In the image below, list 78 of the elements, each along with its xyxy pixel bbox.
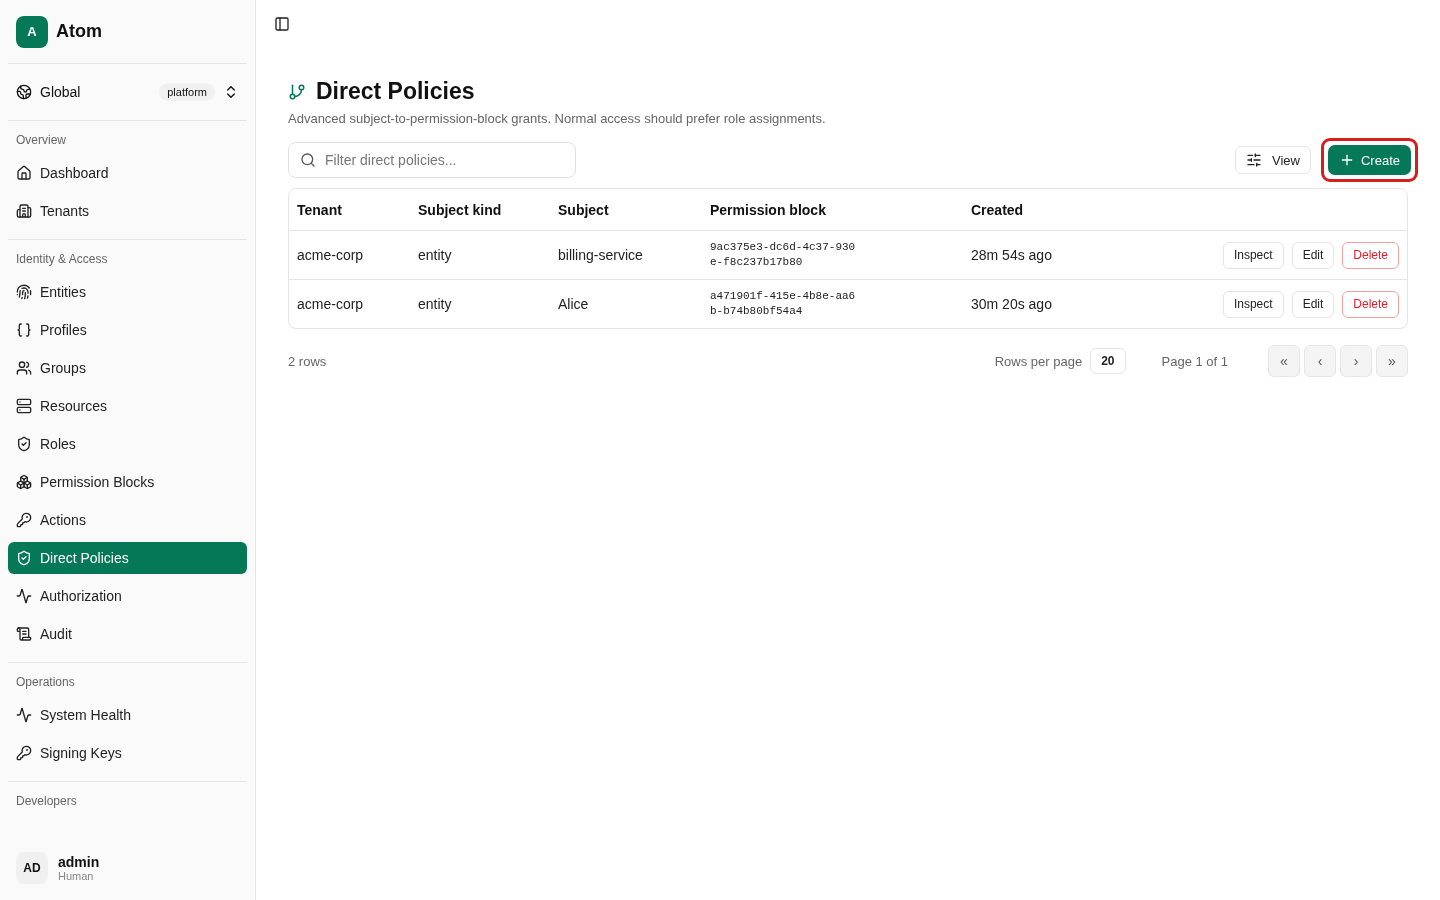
view-button[interactable]: View (1235, 146, 1311, 174)
last-page-button[interactable]: » (1376, 345, 1408, 377)
scope-badge: platform (159, 83, 215, 101)
table-cell-text: acme-corp (297, 296, 365, 312)
edit-button[interactable]: Edit (1291, 290, 1335, 318)
sidebar-item[interactable]: Dashboard (8, 157, 247, 189)
sidebar-item[interactable]: Direct Policies (8, 542, 247, 574)
delete-button[interactable]: Delete (1342, 241, 1399, 269)
scope-label: Global (40, 84, 82, 100)
column-header: Tenant (297, 201, 343, 218)
sidebar-item[interactable]: System Health (8, 699, 247, 731)
table-cell-text: Alice (558, 296, 590, 312)
server-icon (16, 398, 32, 414)
first-page-button[interactable]: « (1268, 345, 1300, 377)
sliders-icon (1246, 152, 1262, 168)
rows-per-page-label: Rows per page (994, 353, 1083, 369)
search-icon (300, 152, 316, 168)
sidebar-item[interactable]: Resources (8, 390, 247, 422)
sidebar-item[interactable]: Profiles (8, 314, 247, 346)
pulse-icon (16, 588, 32, 604)
shield-check-icon (16, 550, 32, 566)
column-header: Subject (558, 201, 610, 218)
table-cell-text: 30m 20s ago (971, 296, 1053, 312)
building-icon (16, 203, 32, 219)
app-name: Atom (56, 21, 102, 42)
next-page-button[interactable]: › (1340, 345, 1372, 377)
user-role: Human (58, 870, 95, 882)
column-header: Permission block (710, 201, 827, 218)
user-name: admin (58, 854, 100, 870)
user-avatar: AD (16, 852, 48, 884)
sidebar-item[interactable]: Roles (8, 428, 247, 460)
table-cell-text: 28m 54s ago (971, 247, 1053, 263)
sidebar-toggle-icon[interactable] (274, 16, 290, 32)
sidebar-item[interactable]: Permission Blocks (8, 466, 247, 498)
scroll-icon (16, 626, 32, 642)
create-button[interactable]: Create (1327, 145, 1411, 175)
users-icon (16, 360, 32, 376)
section-title: Overview (15, 133, 67, 149)
section-title: Identity & Access (15, 252, 109, 268)
sidebar-item[interactable]: Entities (8, 276, 247, 308)
section-title: Operations (15, 675, 76, 691)
sidebar-item[interactable]: Authorization (8, 580, 247, 612)
column-header: Subject kind (418, 201, 503, 218)
app-logo: A (16, 15, 48, 48)
sidebar-item[interactable]: Groups (8, 352, 247, 384)
sidebar-item[interactable]: Audit (8, 618, 247, 650)
sidebar-item[interactable]: Actions (8, 504, 247, 536)
edit-button[interactable]: Edit (1291, 241, 1335, 269)
delete-button[interactable]: Delete (1342, 290, 1399, 318)
table-cell-text: entity (418, 247, 453, 263)
table-cell-text: billing-service (558, 247, 644, 263)
fingerprint-icon (16, 284, 32, 300)
pulse-icon (16, 707, 32, 723)
table-cell-text: a471901f-415e-4b8e-aa6 b-b74b80bf54a4 (710, 289, 857, 319)
page-subtitle: Advanced subject-to-permission-block grants. Normal access should prefer role assignments. (288, 111, 827, 126)
table-cell-text: acme-corp (297, 247, 365, 263)
inspect-button[interactable]: Inspect (1222, 290, 1284, 318)
key-icon (16, 745, 32, 761)
sidebar-item[interactable]: Signing Keys (8, 737, 247, 769)
globe-icon (16, 84, 32, 100)
inspect-button[interactable]: Inspect (1222, 241, 1284, 269)
boxes-icon (16, 474, 32, 490)
house-icon (16, 165, 32, 181)
table-cell-text: 9ac375e3-dc6d-4c37-930 e-f8c237b17b80 (710, 240, 857, 270)
section-title: Developers (15, 794, 78, 810)
branch-icon (288, 82, 306, 101)
sidebar-item[interactable]: Tenants (8, 195, 247, 227)
shield-check-icon (16, 436, 32, 452)
page-indicator: Page 1 of 1 (1161, 353, 1228, 369)
page-title: Direct Policies (316, 78, 475, 105)
rows-per-page-select[interactable]: 20 (1090, 348, 1126, 374)
column-header: Created (971, 201, 1025, 218)
key-icon (16, 512, 32, 528)
previous-page-button[interactable]: ‹ (1304, 345, 1336, 377)
braces-icon (16, 322, 32, 338)
search-field[interactable]: Filter direct policies... (288, 142, 576, 178)
row-count: 2 rows (288, 353, 328, 369)
table-cell-text: entity (418, 296, 453, 312)
